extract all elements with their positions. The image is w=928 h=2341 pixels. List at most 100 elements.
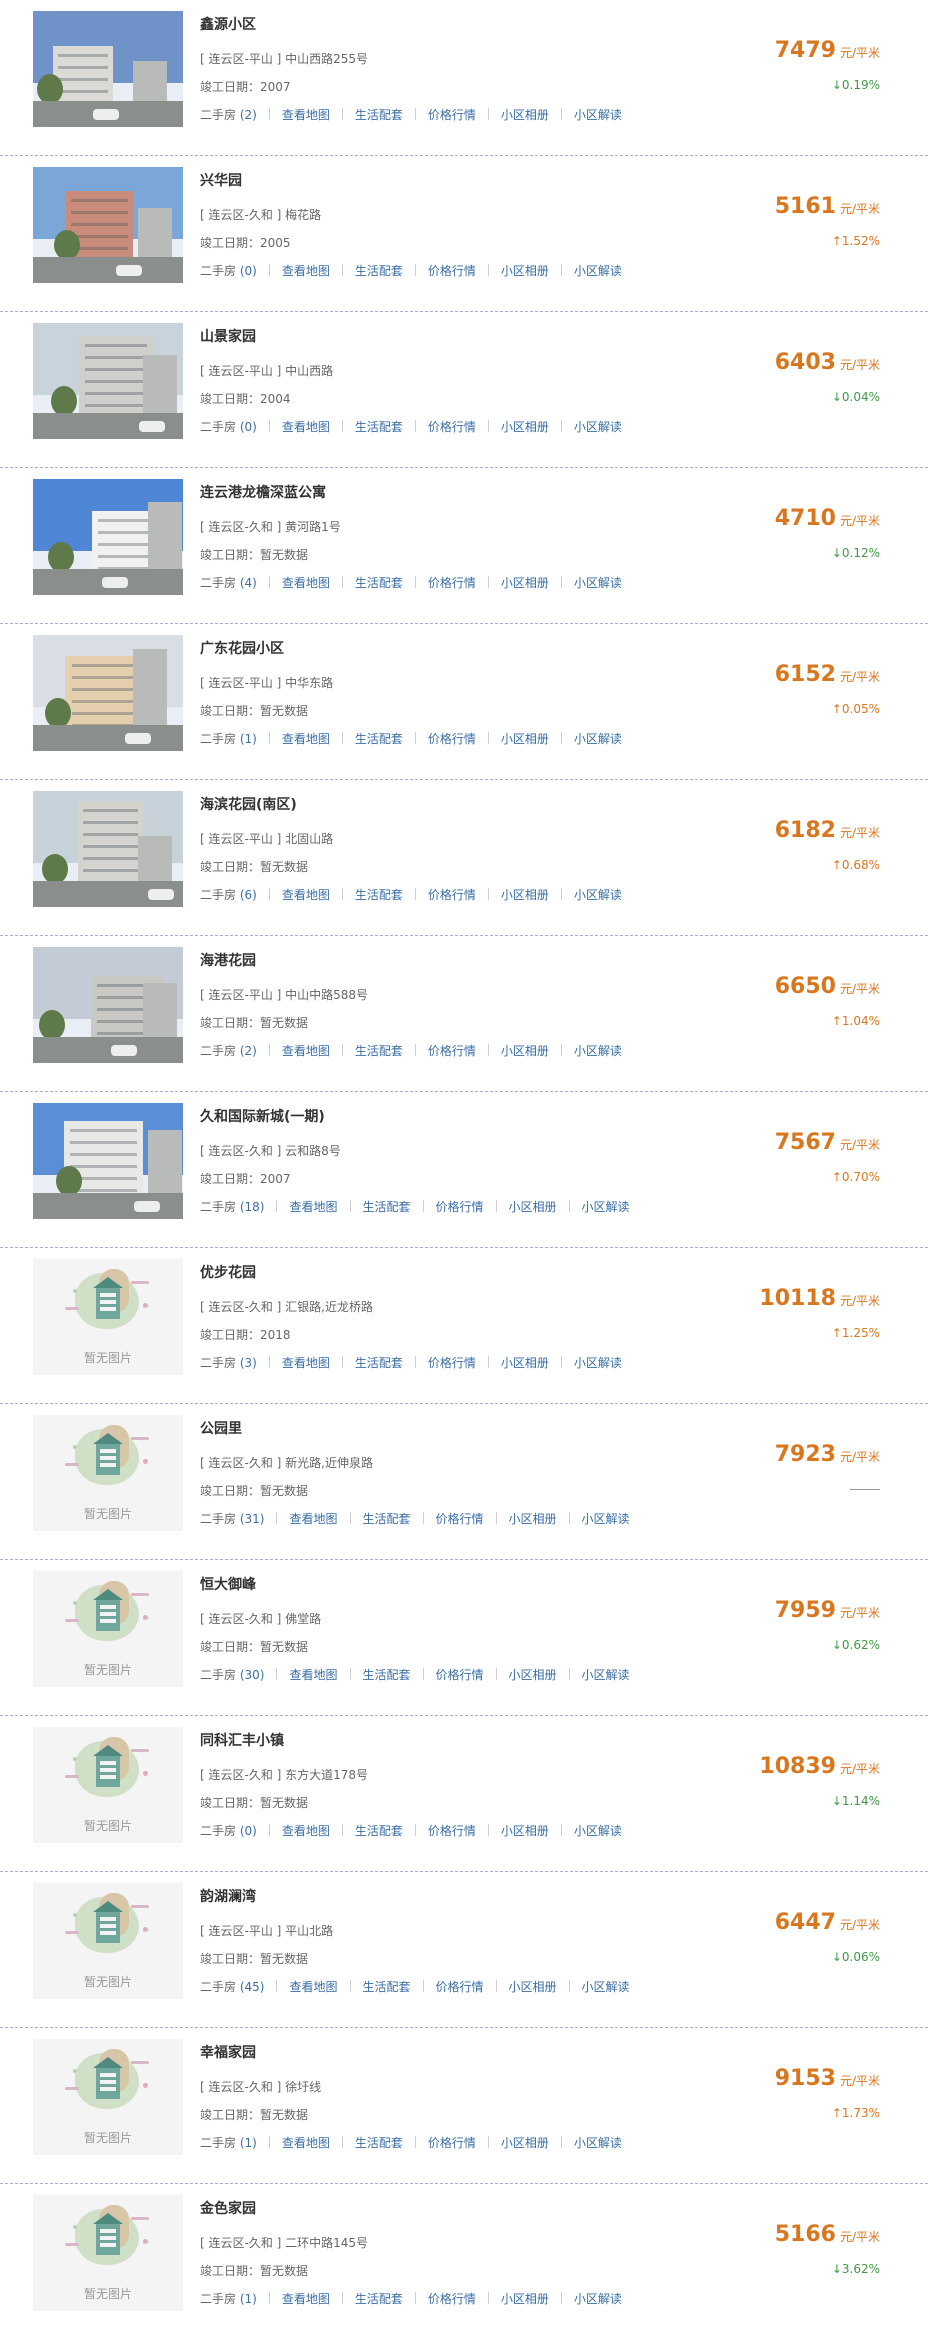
second-hand-link[interactable]: 二手房 (31) [200, 1512, 264, 1526]
view-map-link[interactable]: 查看地图 [282, 420, 330, 434]
album-link[interactable]: 小区相册 [501, 264, 549, 278]
view-map-link[interactable]: 查看地图 [282, 576, 330, 590]
view-map-link[interactable]: 查看地图 [282, 1356, 330, 1370]
life-facilities-link[interactable]: 生活配套 [355, 420, 403, 434]
life-facilities-link[interactable]: 生活配套 [355, 576, 403, 590]
community-name[interactable]: 金色家园 [200, 2198, 256, 2218]
album-link[interactable]: 小区相册 [501, 2292, 549, 2306]
view-map-link[interactable]: 查看地图 [289, 1200, 337, 1214]
no-photo-placeholder[interactable]: 暂无图片 [33, 1727, 183, 1843]
interpretation-link[interactable]: 小区解读 [574, 732, 622, 746]
album-link[interactable]: 小区相册 [509, 1200, 557, 1214]
interpretation-link[interactable]: 小区解读 [574, 1356, 622, 1370]
community-name[interactable]: 公园里 [200, 1418, 242, 1438]
price-trend-link[interactable]: 价格行情 [428, 576, 476, 590]
album-link[interactable]: 小区相册 [501, 1356, 549, 1370]
view-map-link[interactable]: 查看地图 [289, 1980, 337, 1994]
life-facilities-link[interactable]: 生活配套 [363, 1980, 411, 1994]
life-facilities-link[interactable]: 生活配套 [355, 1044, 403, 1058]
life-facilities-link[interactable]: 生活配套 [355, 888, 403, 902]
building-photo[interactable] [33, 635, 183, 751]
interpretation-link[interactable]: 小区解读 [582, 1668, 630, 1682]
community-name[interactable]: 优步花园 [200, 1262, 256, 1282]
no-photo-placeholder[interactable]: 暂无图片 [33, 1883, 183, 1999]
second-hand-link[interactable]: 二手房 (2) [200, 1044, 257, 1058]
album-link[interactable]: 小区相册 [501, 732, 549, 746]
view-map-link[interactable]: 查看地图 [282, 2292, 330, 2306]
interpretation-link[interactable]: 小区解读 [582, 1512, 630, 1526]
community-name[interactable]: 兴华园 [200, 170, 242, 190]
view-map-link[interactable]: 查看地图 [282, 1044, 330, 1058]
life-facilities-link[interactable]: 生活配套 [363, 1200, 411, 1214]
price-trend-link[interactable]: 价格行情 [436, 1200, 484, 1214]
price-trend-link[interactable]: 价格行情 [436, 1980, 484, 1994]
interpretation-link[interactable]: 小区解读 [582, 1200, 630, 1214]
no-photo-placeholder[interactable]: 暂无图片 [33, 1571, 183, 1687]
album-link[interactable]: 小区相册 [509, 1668, 557, 1682]
price-trend-link[interactable]: 价格行情 [428, 264, 476, 278]
community-name[interactable]: 广东花园小区 [200, 638, 284, 658]
second-hand-link[interactable]: 二手房 (0) [200, 1824, 257, 1838]
interpretation-link[interactable]: 小区解读 [574, 1044, 622, 1058]
building-photo[interactable] [33, 1103, 183, 1219]
second-hand-link[interactable]: 二手房 (3) [200, 1356, 257, 1370]
community-name[interactable]: 海港花园 [200, 950, 256, 970]
interpretation-link[interactable]: 小区解读 [574, 576, 622, 590]
life-facilities-link[interactable]: 生活配套 [355, 108, 403, 122]
album-link[interactable]: 小区相册 [501, 420, 549, 434]
price-trend-link[interactable]: 价格行情 [428, 1044, 476, 1058]
no-photo-placeholder[interactable]: 暂无图片 [33, 1259, 183, 1375]
price-trend-link[interactable]: 价格行情 [436, 1512, 484, 1526]
life-facilities-link[interactable]: 生活配套 [355, 1824, 403, 1838]
interpretation-link[interactable]: 小区解读 [574, 2292, 622, 2306]
second-hand-link[interactable]: 二手房 (4) [200, 576, 257, 590]
community-name[interactable]: 幸福家园 [200, 2042, 256, 2062]
community-name[interactable]: 韵湖澜湾 [200, 1886, 256, 1906]
view-map-link[interactable]: 查看地图 [282, 732, 330, 746]
second-hand-link[interactable]: 二手房 (1) [200, 2136, 257, 2150]
view-map-link[interactable]: 查看地图 [282, 264, 330, 278]
price-trend-link[interactable]: 价格行情 [428, 2292, 476, 2306]
view-map-link[interactable]: 查看地图 [282, 2136, 330, 2150]
life-facilities-link[interactable]: 生活配套 [363, 1512, 411, 1526]
building-photo[interactable] [33, 323, 183, 439]
price-trend-link[interactable]: 价格行情 [428, 1356, 476, 1370]
life-facilities-link[interactable]: 生活配套 [355, 2292, 403, 2306]
price-trend-link[interactable]: 价格行情 [428, 888, 476, 902]
second-hand-link[interactable]: 二手房 (1) [200, 732, 257, 746]
interpretation-link[interactable]: 小区解读 [574, 264, 622, 278]
community-name[interactable]: 久和国际新城(一期) [200, 1106, 325, 1126]
price-trend-link[interactable]: 价格行情 [428, 732, 476, 746]
album-link[interactable]: 小区相册 [501, 2136, 549, 2150]
life-facilities-link[interactable]: 生活配套 [363, 1668, 411, 1682]
interpretation-link[interactable]: 小区解读 [582, 1980, 630, 1994]
second-hand-link[interactable]: 二手房 (6) [200, 888, 257, 902]
album-link[interactable]: 小区相册 [501, 1044, 549, 1058]
no-photo-placeholder[interactable]: 暂无图片 [33, 2039, 183, 2155]
community-name[interactable]: 连云港龙檐深蓝公寓 [200, 482, 326, 502]
community-name[interactable]: 恒大御峰 [200, 1574, 256, 1594]
community-name[interactable]: 同科汇丰小镇 [200, 1730, 284, 1750]
view-map-link[interactable]: 查看地图 [289, 1512, 337, 1526]
view-map-link[interactable]: 查看地图 [282, 108, 330, 122]
life-facilities-link[interactable]: 生活配套 [355, 2136, 403, 2150]
second-hand-link[interactable]: 二手房 (2) [200, 108, 257, 122]
interpretation-link[interactable]: 小区解读 [574, 420, 622, 434]
life-facilities-link[interactable]: 生活配套 [355, 732, 403, 746]
no-photo-placeholder[interactable]: 暂无图片 [33, 2195, 183, 2311]
life-facilities-link[interactable]: 生活配套 [355, 1356, 403, 1370]
no-photo-placeholder[interactable]: 暂无图片 [33, 1415, 183, 1531]
view-map-link[interactable]: 查看地图 [282, 888, 330, 902]
life-facilities-link[interactable]: 生活配套 [355, 264, 403, 278]
interpretation-link[interactable]: 小区解读 [574, 2136, 622, 2150]
album-link[interactable]: 小区相册 [501, 108, 549, 122]
interpretation-link[interactable]: 小区解读 [574, 108, 622, 122]
view-map-link[interactable]: 查看地图 [282, 1824, 330, 1838]
building-photo[interactable] [33, 167, 183, 283]
building-photo[interactable] [33, 791, 183, 907]
interpretation-link[interactable]: 小区解读 [574, 888, 622, 902]
price-trend-link[interactable]: 价格行情 [428, 108, 476, 122]
price-trend-link[interactable]: 价格行情 [436, 1668, 484, 1682]
view-map-link[interactable]: 查看地图 [289, 1668, 337, 1682]
price-trend-link[interactable]: 价格行情 [428, 1824, 476, 1838]
